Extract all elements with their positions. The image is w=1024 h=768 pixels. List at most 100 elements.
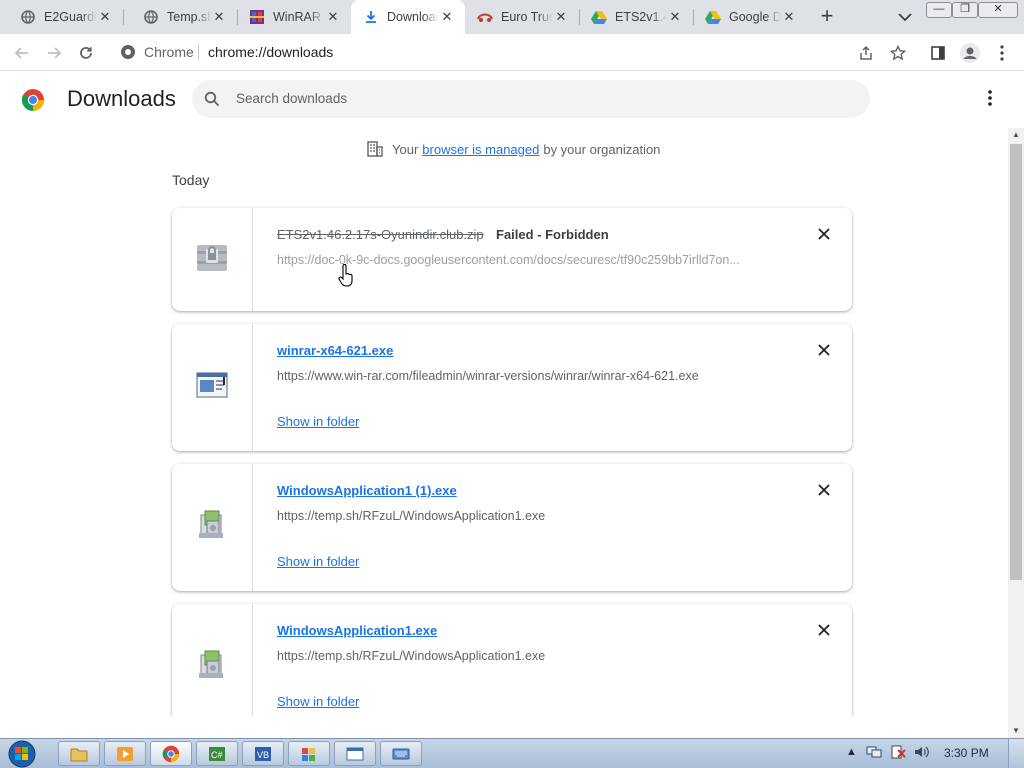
site-chip[interactable]: Chrome: [120, 44, 194, 60]
hand-cursor-icon: [337, 264, 355, 288]
setup-exe-icon: [197, 649, 227, 686]
window-taskbar-icon[interactable]: [334, 741, 376, 766]
tab-close-icon[interactable]: ✕: [211, 9, 227, 25]
download-item-failed: ETS2v1.46.2.17s-Oyunindir.club.zip Faile…: [172, 208, 852, 311]
show-in-folder-link[interactable]: Show in folder: [277, 414, 359, 429]
tab-downloads[interactable]: Downloads ✕: [351, 0, 465, 34]
file-icon-column: [172, 604, 253, 731]
download-item: WindowsApplication1.exe https://temp.sh/…: [172, 604, 852, 731]
google-drive-icon: [591, 9, 607, 25]
tab-ets2-drive[interactable]: ETS2v1.46 ✕: [579, 0, 693, 34]
tab-e2guardian[interactable]: E2Guardian ✕: [0, 0, 123, 34]
chrome-taskbar-icon[interactable]: [150, 741, 192, 766]
tab-google-drive[interactable]: Google Drive ✕: [693, 0, 807, 34]
download-source-url[interactable]: https://www.win-rar.com/fileadmin/winrar…: [277, 369, 699, 383]
back-button[interactable]: [10, 41, 34, 65]
taskbar-clock[interactable]: 3:30 PM: [944, 746, 989, 760]
tab-label: ETS2v1.46: [615, 10, 667, 24]
forward-button[interactable]: [42, 41, 66, 65]
tab-search-chevron-icon[interactable]: [895, 8, 915, 26]
share-icon[interactable]: [854, 41, 878, 65]
show-in-folder-link[interactable]: Show in folder: [277, 694, 359, 709]
tab-tempsh[interactable]: Temp.sh ✕: [123, 0, 237, 34]
installer-window-icon: [196, 371, 228, 404]
download-source-url[interactable]: https://temp.sh/RFzuL/WindowsApplication…: [277, 509, 545, 523]
media-player-taskbar-icon[interactable]: [104, 741, 146, 766]
tab-close-icon[interactable]: ✕: [439, 9, 455, 25]
tab-winrar[interactable]: WinRAR ✕: [237, 0, 351, 34]
network-tray-icon[interactable]: [866, 745, 882, 762]
managed-text-prefix: Your: [392, 141, 419, 157]
csharp-taskbar-icon[interactable]: C#: [196, 741, 238, 766]
remove-from-list-icon[interactable]: [817, 623, 831, 637]
download-filename-link[interactable]: WindowsApplication1 (1).exe: [277, 483, 457, 498]
date-section-title: Today: [172, 172, 210, 188]
chrome-badge-icon: [120, 44, 136, 60]
tab-close-icon[interactable]: ✕: [553, 9, 569, 25]
building-icon: [366, 140, 384, 158]
tab-euro-truck[interactable]: Euro Truck ✕: [465, 0, 579, 34]
search-icon: [204, 91, 220, 107]
download-status: Failed - Forbidden: [496, 227, 609, 242]
svg-text:C#: C#: [211, 750, 223, 760]
google-drive-icon: [705, 9, 721, 25]
show-in-folder-link[interactable]: Show in folder: [277, 554, 359, 569]
page-title: Downloads: [67, 86, 176, 111]
start-button[interactable]: [4, 740, 44, 768]
url-text[interactable]: chrome://downloads: [208, 44, 333, 60]
scroll-down-arrow-icon[interactable]: ▼: [1008, 724, 1024, 738]
search-input-placeholder[interactable]: Search downloads: [236, 91, 347, 106]
file-icon-column: [172, 208, 253, 311]
download-source-url[interactable]: https://temp.sh/RFzuL/WindowsApplication…: [277, 649, 545, 663]
address-bar[interactable]: Chrome chrome://downloads: [110, 38, 884, 66]
download-item: winrar-x64-621.exe https://www.win-rar.c…: [172, 324, 852, 451]
tab-label: E2Guardian: [44, 10, 97, 24]
remove-from-list-icon[interactable]: [817, 227, 831, 241]
remove-from-list-icon[interactable]: [817, 483, 831, 497]
reload-button[interactable]: [74, 41, 98, 65]
tray-expand-icon[interactable]: ▲: [846, 746, 857, 758]
profile-avatar-icon[interactable]: [958, 41, 982, 65]
tab-label: WinRAR: [273, 10, 321, 24]
managed-notice: Your browser is managed by your organiza…: [366, 140, 660, 158]
downloads-menu-icon[interactable]: [982, 88, 998, 108]
minimize-button[interactable]: —: [926, 2, 952, 18]
site-chip-label: Chrome: [144, 44, 194, 60]
tab-close-icon[interactable]: ✕: [667, 9, 683, 25]
volume-tray-icon[interactable]: [914, 745, 930, 762]
browser-menu-icon[interactable]: [990, 41, 1014, 65]
browser-managed-link[interactable]: browser is managed: [422, 142, 539, 157]
managed-text-suffix: by your organization: [543, 141, 661, 157]
chrome-logo-icon: [21, 88, 45, 112]
action-center-icon[interactable]: [890, 745, 906, 762]
tab-close-icon[interactable]: ✕: [781, 9, 797, 25]
restore-button[interactable]: ❐: [952, 2, 978, 18]
remove-from-list-icon[interactable]: [817, 343, 831, 357]
download-filename-link[interactable]: winrar-x64-621.exe: [277, 343, 393, 358]
explorer-taskbar-icon[interactable]: [58, 741, 100, 766]
tab-label: Google Drive: [729, 10, 781, 24]
download-filename-link[interactable]: WindowsApplication1.exe: [277, 623, 437, 638]
download-icon: [363, 9, 379, 25]
globe-icon: [20, 9, 36, 25]
tab-label: Temp.sh: [167, 10, 211, 24]
app-taskbar-icon[interactable]: [288, 741, 330, 766]
scrollbar-thumb[interactable]: [1010, 144, 1022, 580]
download-filename: ETS2v1.46.2.17s-Oyunindir.club.zip: [277, 227, 484, 242]
scroll-up-arrow-icon[interactable]: ▲: [1008, 128, 1024, 142]
tab-close-icon[interactable]: ✕: [97, 9, 113, 25]
globe-icon: [143, 9, 159, 25]
tab-close-icon[interactable]: ✕: [325, 9, 341, 25]
search-downloads-field[interactable]: Search downloads: [192, 80, 870, 118]
keyboard-taskbar-icon[interactable]: [380, 741, 422, 766]
tab-label: Euro Truck: [501, 10, 553, 24]
side-panel-icon[interactable]: [926, 41, 950, 65]
vb-taskbar-icon[interactable]: VB: [242, 741, 284, 766]
new-tab-button[interactable]: +: [816, 5, 838, 27]
file-icon-column: [172, 324, 253, 451]
bookmark-star-icon[interactable]: [886, 41, 910, 65]
download-item: WindowsApplication1 (1).exe https://temp…: [172, 464, 852, 591]
svg-text:VB: VB: [257, 750, 269, 760]
show-desktop-button[interactable]: [1008, 739, 1024, 768]
close-window-button[interactable]: ✕: [978, 2, 1018, 18]
